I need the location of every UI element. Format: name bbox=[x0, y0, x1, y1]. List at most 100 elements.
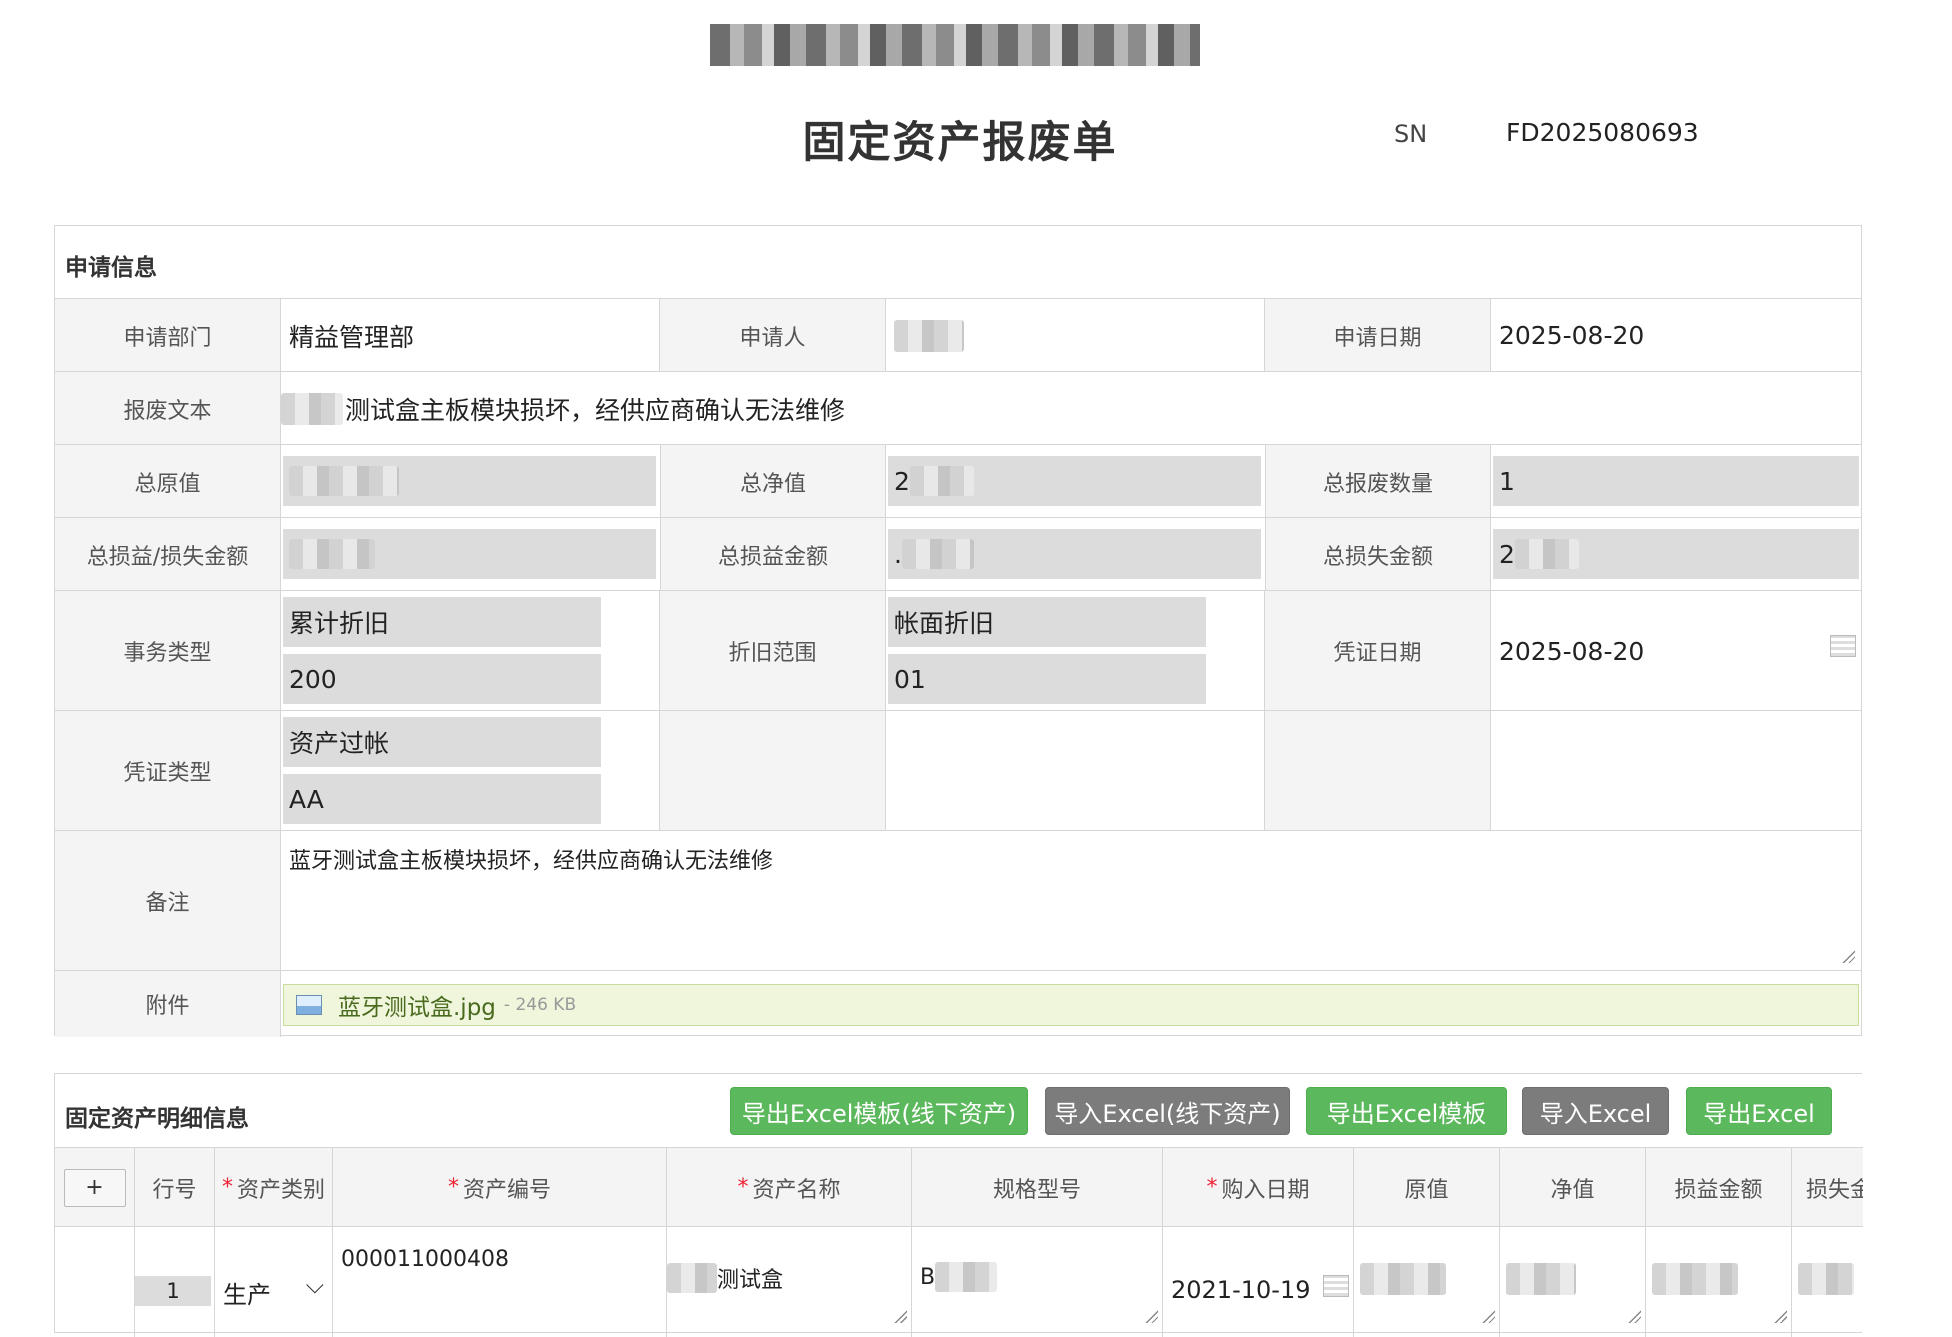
calendar-icon[interactable] bbox=[1830, 635, 1856, 657]
row-no-cell: 1 bbox=[135, 1227, 215, 1337]
add-row-cell: + bbox=[55, 1148, 135, 1227]
loss-value-field[interactable] bbox=[1792, 1227, 1863, 1337]
txn-type-code-field[interactable]: 200 bbox=[283, 654, 601, 704]
blurred-header-banner bbox=[710, 24, 1200, 66]
scrap-text-redacted bbox=[281, 392, 343, 425]
voucher-type-cell: 资产过帐 AA bbox=[281, 711, 660, 831]
required-mark: * bbox=[1206, 1175, 1218, 1200]
empty-value-cell bbox=[886, 711, 1265, 831]
total-gain-field[interactable]: . bbox=[888, 529, 1261, 579]
total-orig-label: 总原值 bbox=[55, 445, 281, 518]
required-mark: * bbox=[221, 1175, 233, 1200]
total-net-field[interactable]: 2 bbox=[888, 456, 1261, 506]
chevron-down-icon[interactable]: ⌵ bbox=[306, 1271, 324, 1299]
dep-range-label: 折旧范围 bbox=[660, 591, 886, 711]
empty-label-cell bbox=[660, 711, 886, 831]
export-excel-button[interactable]: 导出Excel bbox=[1686, 1087, 1832, 1135]
image-file-icon bbox=[296, 995, 322, 1015]
remark-textarea[interactable]: 蓝牙测试盒主板模块损坏，经供应商确认无法维修 bbox=[281, 831, 1861, 971]
total-orig-field[interactable] bbox=[283, 456, 656, 506]
spec-field[interactable]: B bbox=[912, 1227, 1163, 1337]
required-mark: * bbox=[737, 1175, 749, 1200]
resize-grip-icon[interactable] bbox=[1841, 949, 1855, 963]
total-qty-field[interactable]: 1 bbox=[1493, 456, 1859, 506]
applicant-value bbox=[886, 299, 1265, 372]
dep-range-name-field[interactable]: 帐面折旧 bbox=[888, 597, 1206, 647]
dep-range-cell: 帐面折旧 01 bbox=[886, 591, 1265, 711]
resize-grip-icon[interactable] bbox=[893, 1309, 907, 1323]
apply-info-section: 申请信息 申请部门 精益管理部 申请人 申请日期 2025-08-20 报废文本… bbox=[54, 225, 1862, 1037]
apply-section-title: 申请信息 bbox=[65, 255, 157, 281]
row-transaction: 事务类型 累计折旧 200 折旧范围 帐面折旧 01 凭证日期 2025-08-… bbox=[55, 590, 1861, 711]
empty-value-cell-2 bbox=[1491, 711, 1861, 831]
attachment-link[interactable]: 蓝牙测试盒.jpg bbox=[338, 988, 496, 1022]
loss-redacted bbox=[1798, 1263, 1854, 1295]
col-orig: 原值 bbox=[1354, 1148, 1500, 1227]
col-category-label: 资产类别 bbox=[236, 1177, 325, 1203]
apply-date-label: 申请日期 bbox=[1265, 299, 1491, 372]
voucher-type-name-field[interactable]: 资产过帐 bbox=[283, 717, 601, 767]
table-row: 1 生产 ⌵ 000011000408 测试盒 B 2021-10-19 bbox=[55, 1226, 1863, 1337]
net-redacted bbox=[1506, 1263, 1576, 1295]
add-row-button[interactable]: + bbox=[63, 1168, 126, 1207]
resize-grip-icon[interactable] bbox=[1773, 1309, 1787, 1323]
detail-table-header: + 行号 * 资产类别 * 资产编号 * 资产名称 规格型号 * 购入日期 原值 净值 … bbox=[55, 1147, 1863, 1227]
row-profit-loss: 总损益/损失金额 总损益金额 . 总损失金额 2 bbox=[55, 517, 1861, 591]
calendar-icon[interactable] bbox=[1323, 1275, 1349, 1297]
voucher-type-code-field[interactable]: AA bbox=[283, 774, 601, 824]
asset-name-field[interactable]: 测试盒 bbox=[667, 1227, 912, 1337]
total-loss-field[interactable]: 2 bbox=[1493, 529, 1859, 579]
total-gain-redacted bbox=[901, 539, 974, 569]
resize-grip-icon[interactable] bbox=[1481, 1309, 1495, 1323]
net-value-field[interactable] bbox=[1500, 1227, 1646, 1337]
total-pl-field[interactable] bbox=[283, 529, 656, 579]
total-loss-label: 总损失金额 bbox=[1265, 518, 1491, 591]
form-title: 固定资产报废单 bbox=[802, 118, 1118, 168]
gain-value-field[interactable] bbox=[1646, 1227, 1792, 1337]
col-asset-name-label: 资产名称 bbox=[752, 1177, 841, 1203]
col-loss: 损失金 bbox=[1792, 1148, 1863, 1227]
txn-type-name-field[interactable]: 累计折旧 bbox=[283, 597, 601, 647]
total-pl-redacted bbox=[289, 539, 375, 569]
total-qty-label: 总报废数量 bbox=[1265, 445, 1491, 518]
spec-redacted bbox=[935, 1262, 998, 1292]
col-asset-no-label: 资产编号 bbox=[462, 1177, 551, 1203]
col-category: * 资产类别 bbox=[215, 1148, 333, 1227]
category-select[interactable]: 生产 ⌵ bbox=[215, 1227, 333, 1337]
asset-no-value: 000011000408 bbox=[341, 1247, 509, 1272]
dep-range-code-field[interactable]: 01 bbox=[888, 654, 1206, 704]
col-net: 净值 bbox=[1500, 1148, 1646, 1227]
sn-value: FD2025080693 bbox=[1506, 118, 1699, 147]
total-orig-redacted bbox=[289, 466, 399, 496]
asset-name-value: 测试盒 bbox=[717, 1268, 784, 1293]
txn-type-cell: 累计折旧 200 bbox=[281, 591, 660, 711]
import-excel-button[interactable]: 导入Excel bbox=[1522, 1087, 1669, 1135]
resize-grip-icon[interactable] bbox=[1144, 1309, 1158, 1323]
col-purchase-date-label: 购入日期 bbox=[1221, 1177, 1310, 1203]
row-dept-applicant-date: 申请部门 精益管理部 申请人 申请日期 2025-08-20 bbox=[55, 298, 1861, 372]
import-offline-button[interactable]: 导入Excel(线下资产) bbox=[1045, 1087, 1290, 1135]
row-voucher-type: 凭证类型 资产过帐 AA bbox=[55, 710, 1861, 831]
total-net-label: 总净值 bbox=[660, 445, 886, 518]
orig-value-field[interactable] bbox=[1354, 1227, 1500, 1337]
category-value: 生产 bbox=[223, 1281, 271, 1309]
spec-prefix: B bbox=[920, 1264, 936, 1290]
total-gain-label: 总损益金额 bbox=[660, 518, 886, 591]
scrap-text-field[interactable]: 测试盒主板模块损坏，经供应商确认无法维修 bbox=[281, 372, 1861, 445]
total-loss-prefix: 2 bbox=[1499, 539, 1515, 569]
asset-name-redacted bbox=[667, 1263, 717, 1293]
orig-redacted bbox=[1360, 1263, 1446, 1295]
remark-label: 备注 bbox=[55, 831, 281, 971]
resize-grip-icon[interactable] bbox=[1627, 1309, 1641, 1323]
asset-no-field[interactable]: 000011000408 bbox=[333, 1227, 667, 1337]
purchase-date-field[interactable]: 2021-10-19 bbox=[1163, 1227, 1354, 1337]
attachment-label: 附件 bbox=[55, 971, 281, 1037]
row-remark: 备注 蓝牙测试盒主板模块损坏，经供应商确认无法维修 bbox=[55, 830, 1861, 971]
export-template-button[interactable]: 导出Excel模板 bbox=[1306, 1087, 1507, 1135]
voucher-type-label: 凭证类型 bbox=[55, 711, 281, 831]
sn-label: SN bbox=[1394, 120, 1428, 148]
voucher-date-field[interactable]: 2025-08-20 bbox=[1491, 591, 1861, 711]
export-template-offline-button[interactable]: 导出Excel模板(线下资产) bbox=[730, 1087, 1028, 1135]
required-mark: * bbox=[447, 1175, 459, 1200]
col-row-no: 行号 bbox=[135, 1148, 215, 1227]
